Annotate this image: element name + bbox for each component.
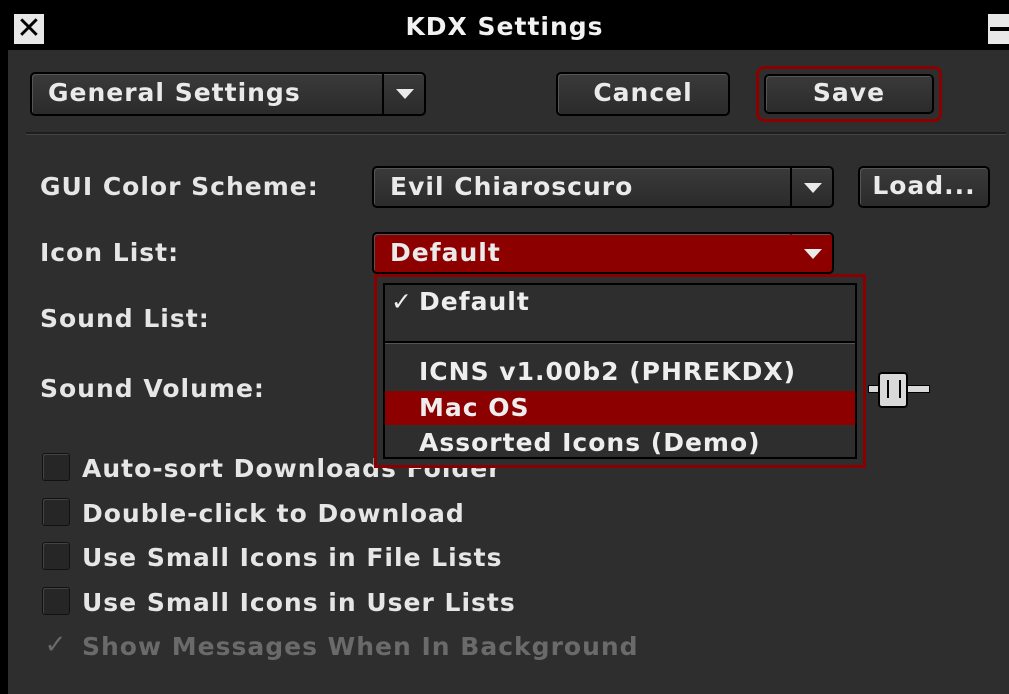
- option-show-messages: ✓ Show Messages When In Background: [42, 631, 639, 662]
- option-double-click[interactable]: Double-click to Download: [42, 498, 465, 529]
- save-button-ring[interactable]: Save: [756, 66, 942, 122]
- divider: [26, 132, 1006, 135]
- save-button-label: Save: [812, 78, 886, 107]
- option-label: Show Messages When In Background: [82, 632, 639, 661]
- menu-item-label: Assorted Icons (Demo): [419, 428, 761, 457]
- menu-item-label: ICNS v1.00b2 (PHREKDX): [419, 357, 797, 386]
- volume-slider-thumb[interactable]: [878, 372, 908, 408]
- icon-list-select[interactable]: Default: [372, 232, 834, 274]
- window-title: KDX Settings: [405, 12, 604, 41]
- option-small-icons-users[interactable]: Use Small Icons in User Lists: [42, 587, 516, 618]
- settings-panel: General Settings Cancel Save GUI Color S…: [8, 50, 1009, 694]
- checkbox[interactable]: [42, 587, 70, 615]
- color-scheme-select[interactable]: Evil Chiaroscuro: [372, 166, 834, 208]
- load-button[interactable]: Load...: [858, 166, 990, 208]
- menu-divider: [385, 341, 855, 344]
- chevron-down-icon: [790, 234, 832, 272]
- color-scheme-value: Evil Chiaroscuro: [390, 172, 634, 201]
- menu-item-label: Mac OS: [419, 393, 530, 422]
- section-select[interactable]: General Settings: [30, 72, 426, 116]
- chevron-down-icon: [790, 168, 832, 206]
- collapse-icon[interactable]: [988, 14, 1009, 44]
- sound-list-label: Sound List:: [40, 304, 210, 333]
- checkbox[interactable]: [42, 498, 70, 526]
- section-select-label: General Settings: [48, 78, 301, 107]
- sound-volume-label: Sound Volume:: [40, 374, 265, 403]
- icon-list-menu[interactable]: ✓ Default ICNS v1.00b2 (PHREKDX) Mac OS …: [374, 274, 866, 468]
- cancel-button-label: Cancel: [593, 78, 693, 107]
- icon-list-label: Icon List:: [40, 238, 180, 267]
- option-label: Use Small Icons in User Lists: [82, 588, 516, 617]
- menu-item-label: Default: [419, 287, 530, 316]
- save-button[interactable]: Save: [764, 74, 934, 114]
- icon-list-value: Default: [390, 238, 501, 267]
- checkmark-icon: ✓: [42, 631, 70, 659]
- menu-item-default[interactable]: ✓ Default: [385, 285, 855, 319]
- option-label: Double-click to Download: [82, 499, 465, 528]
- checkbox[interactable]: [42, 542, 70, 570]
- chevron-down-icon: [382, 74, 424, 114]
- menu-item-icns[interactable]: ICNS v1.00b2 (PHREKDX): [385, 355, 855, 389]
- title-bar[interactable]: ✕ KDX Settings: [0, 0, 1009, 50]
- cancel-button[interactable]: Cancel: [556, 72, 730, 116]
- option-label: Use Small Icons in File Lists: [82, 543, 503, 572]
- color-scheme-label: GUI Color Scheme:: [40, 172, 319, 201]
- load-button-label: Load...: [872, 171, 976, 200]
- option-small-icons-files[interactable]: Use Small Icons in File Lists: [42, 542, 503, 573]
- checkbox[interactable]: [42, 453, 70, 481]
- menu-item-mac-os[interactable]: Mac OS: [385, 391, 855, 425]
- checkmark-icon: ✓: [391, 287, 413, 316]
- menu-item-assorted[interactable]: Assorted Icons (Demo): [385, 426, 855, 460]
